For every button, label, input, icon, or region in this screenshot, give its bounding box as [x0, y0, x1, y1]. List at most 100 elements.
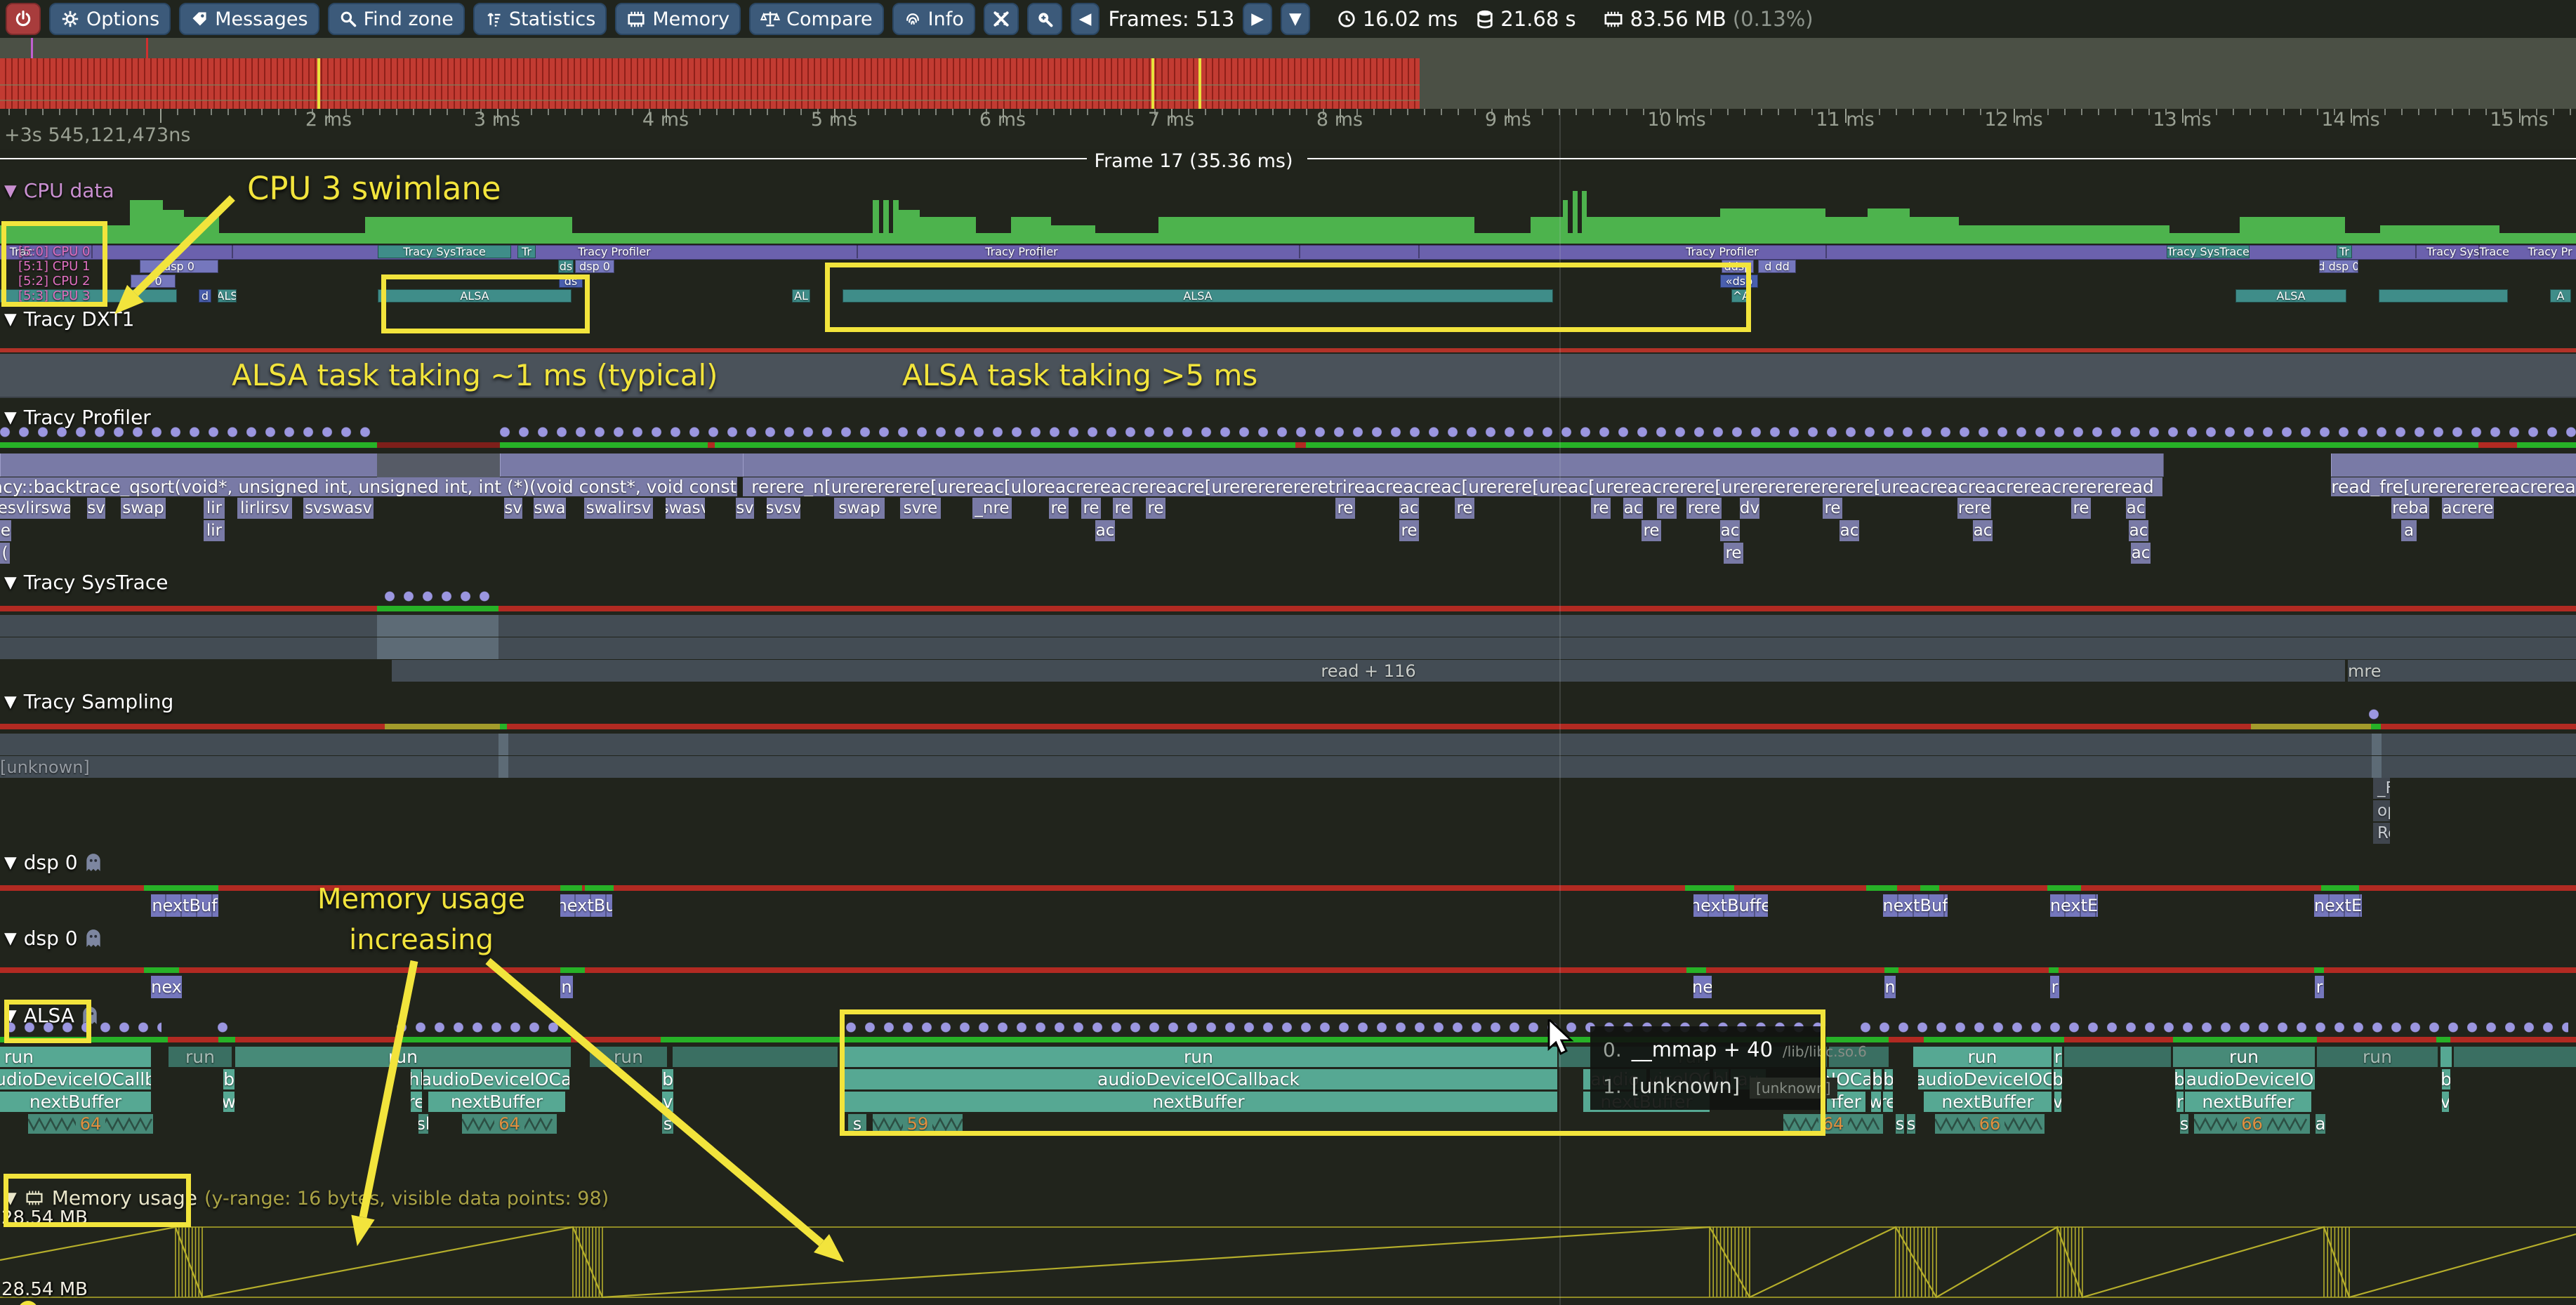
zone-small[interactable]: swa [534, 498, 566, 519]
zone-function[interactable]: rerere_n[urerererere[urereac[uloreacrere… [743, 477, 2162, 496]
cpu-zone[interactable]: d dd [1758, 260, 1796, 273]
zone-small[interactable]: re [1113, 498, 1132, 519]
section-header-tracy-profiler[interactable]: ▼Tracy Profiler [4, 406, 151, 429]
zone-small[interactable]: rere [1686, 498, 1722, 519]
alsa-callback-zone[interactable]: audioDeviceIOCa [423, 1069, 569, 1089]
power-button[interactable] [6, 3, 41, 35]
tools-button[interactable] [984, 3, 1019, 35]
info-button[interactable]: Info [892, 3, 975, 35]
alsa-callback-zone[interactable]: b [2442, 1069, 2450, 1089]
zone-folded[interactable] [500, 453, 744, 477]
alsa-nextbuffer-zone[interactable]: w [1871, 1092, 1881, 1112]
systrace-zone[interactable]: mre [2348, 660, 2576, 682]
alsa-callback-zone[interactable]: udioDeviceIOCallb [0, 1069, 151, 1089]
collapse-triangle-icon[interactable]: ▼ [4, 693, 17, 711]
zone-small[interactable]: re [1399, 520, 1419, 541]
messages-button[interactable]: Messages [179, 3, 319, 35]
sampling-dots-row[interactable] [1861, 1022, 2568, 1033]
section-header-dsp-0[interactable]: ▼dsp 0 [4, 849, 102, 874]
sampling-dots-row[interactable] [218, 1022, 229, 1033]
sampling-stack-zone[interactable]: op [2373, 800, 2390, 821]
alsa-nextbuffer-zone[interactable]: nextBuffer [2185, 1092, 2311, 1112]
alsa-run-zone[interactable]: run [1913, 1047, 2052, 1067]
zone-small[interactable]: re [2071, 498, 2091, 519]
alsa-collapsed-zones[interactable]: 64 [462, 1114, 557, 1134]
memory-button[interactable]: Memory [615, 3, 741, 35]
sampling-dots-row[interactable] [0, 427, 377, 437]
sampling-zone[interactable]: [unknown] [0, 756, 2576, 778]
collapse-triangle-icon[interactable]: ▼ [4, 310, 17, 329]
collapse-triangle-icon[interactable]: ▼ [4, 854, 17, 872]
cpu-zone[interactable]: AL [792, 289, 810, 303]
zone-small[interactable]: sv [736, 498, 754, 519]
systrace-zone[interactable] [377, 615, 498, 637]
zoom-button[interactable] [1027, 3, 1062, 35]
dsp-zone[interactable]: n [1884, 976, 1896, 998]
systrace-zone[interactable] [377, 637, 498, 659]
alsa-nextbuffer-zone[interactable]: v [662, 1092, 673, 1112]
alsa-run-zone[interactable]: run [2317, 1047, 2438, 1067]
options-button[interactable]: Options [49, 3, 171, 35]
dsp-zone[interactable]: ne [1693, 976, 1712, 998]
zone-small[interactable]: esvlirswa [0, 498, 70, 519]
zone-small[interactable]: re [1657, 498, 1677, 519]
zone-small[interactable]: ac [1973, 520, 1993, 541]
cpu-zone[interactable]: d [199, 289, 211, 303]
alsa-nextbuffer-zone[interactable]: nextBuffer [0, 1092, 151, 1112]
collapse-triangle-icon[interactable]: ▼ [4, 929, 17, 948]
zone-small[interactable]: re [1591, 498, 1611, 519]
alsa-run-zone[interactable] [673, 1047, 838, 1067]
zone-small[interactable]: svre [900, 498, 941, 519]
alsa-callback-zone[interactable]: b [662, 1069, 673, 1089]
zone-small[interactable]: re [1146, 498, 1165, 519]
dsp-zone[interactable]: nextBuf [1883, 894, 1948, 917]
alsa-callback-zone[interactable]: audioDeviceIOC [1918, 1069, 2052, 1089]
alsa-collapsed-zones[interactable]: 66 [1935, 1114, 2045, 1134]
sampling-stack-zone[interactable]: _F [2373, 778, 2390, 799]
sampling-dots-row[interactable] [385, 591, 495, 602]
zone-folded[interactable] [743, 453, 2164, 477]
zone-small[interactable]: ac [1095, 520, 1115, 541]
alsa-nextbuffer-zone[interactable]: re [411, 1092, 422, 1112]
zone-small[interactable]: rere [1957, 498, 1991, 519]
alsa-nextbuffer-zone[interactable]: nextBuffer [428, 1092, 565, 1112]
zone-small[interactable]: lir [204, 498, 225, 519]
systrace-zone[interactable] [498, 637, 2576, 659]
sampling-zone[interactable] [2372, 756, 2382, 778]
alsa-nextbuffer-zone[interactable]: re [1883, 1092, 1893, 1112]
alsa-callback-zone[interactable]: b [1873, 1069, 1882, 1089]
zone-small[interactable]: re [1335, 498, 1355, 519]
frame-marker-row[interactable]: Frame 17 (35.36 ms) [0, 149, 2576, 171]
zone-small[interactable]: sv [87, 498, 105, 519]
dsp-zone[interactable]: nextBuf [151, 894, 218, 917]
sampling-dot[interactable] [2369, 709, 2379, 720]
section-header-tracy-dxt1[interactable]: ▼Tracy DXT1 [4, 307, 134, 331]
zone-small[interactable]: swap [834, 498, 885, 519]
zone-small[interactable]: acrere [2442, 498, 2494, 519]
alsa-collapsed-zones[interactable]: 64 [28, 1114, 153, 1134]
zone-small[interactable]: re [1823, 498, 1842, 519]
alsa-callback-zone[interactable]: b [2054, 1069, 2062, 1089]
alsa-small-zone[interactable]: s [662, 1114, 673, 1134]
sampling-zone[interactable] [498, 734, 508, 755]
zone-small[interactable]: re [1049, 498, 1069, 519]
zone-small[interactable]: re [1455, 498, 1474, 519]
compare-button[interactable]: Compare [749, 3, 883, 35]
section-header-dsp-0[interactable]: ▼dsp 0 [4, 925, 102, 950]
zone-folded[interactable] [0, 453, 378, 477]
alsa-nextbuffer-zone[interactable]: r [2177, 1092, 2184, 1112]
zone-small[interactable]: dv [1740, 498, 1759, 519]
alsa-callback-zone[interactable]: b [2175, 1069, 2184, 1089]
alsa-nextbuffer-zone[interactable]: nextBuffer [1924, 1092, 2052, 1112]
zone-small[interactable]: lir [204, 520, 225, 541]
alsa-nextbuffer-zone[interactable]: w [223, 1092, 235, 1112]
cpu-zone[interactable]: A [2550, 289, 2571, 303]
next-frame-button[interactable]: ▶ [1243, 3, 1272, 35]
alsa-run-zone[interactable]: r [2054, 1047, 2062, 1067]
alsa-run-zone[interactable]: run [0, 1047, 151, 1067]
cpu-zone[interactable] [2379, 289, 2508, 303]
zone-small[interactable]: lirlirsv [237, 498, 292, 519]
sampling-dots-row[interactable] [397, 1022, 563, 1033]
alsa-run-zone[interactable]: run [2173, 1047, 2315, 1067]
dsp-zone[interactable]: nex [151, 976, 182, 998]
